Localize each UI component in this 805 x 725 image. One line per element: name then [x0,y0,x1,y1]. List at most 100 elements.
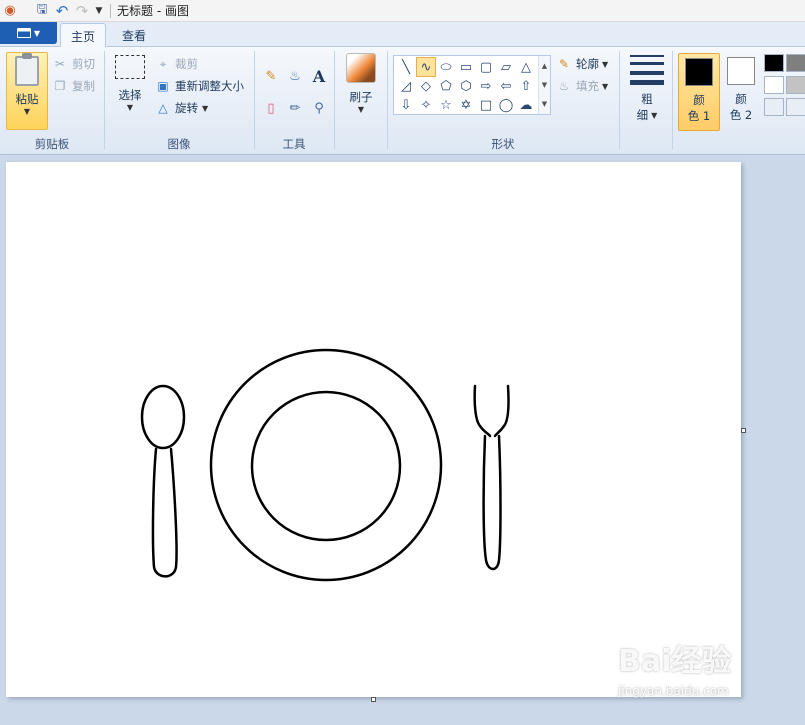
watermark-logo: Bai经验 [618,644,732,679]
palette-color-black[interactable] [764,54,784,72]
brushes-label: 刷子 [349,90,373,104]
canvas-resize-handle-right[interactable] [741,428,746,433]
watermark-url: jingyan.baidu.com [618,684,729,698]
title-separator [110,3,111,18]
group-separator [387,51,388,149]
select-button[interactable]: 选择 ▼ [110,55,150,125]
plate-drawing [209,348,443,582]
brushes-button[interactable]: 刷子 ▼ [342,53,380,129]
shape-diamond[interactable]: ◇ [416,76,436,96]
drawing-canvas[interactable] [6,162,741,697]
customize-quick-access-icon[interactable]: ▼ [92,1,106,21]
paint-menu-button[interactable]: ▼ [0,22,57,44]
magnifier-icon[interactable]: ⚲ [309,98,329,118]
shape-down-arrow[interactable]: ⇩ [396,95,416,115]
baidu-jingyan-watermark: Bai经验 jingyan.baidu.com [618,636,768,706]
size-label-line2: 细 ▼ [637,107,658,123]
shape-pentagon[interactable]: ⬠ [436,76,456,96]
color2-swatch [727,57,755,85]
color2-label-line1: 颜 [735,92,747,106]
ribbon-tab-row: ▼ 主页 查看 [0,22,805,48]
eraser-icon[interactable]: ▯ [261,98,281,118]
fill-bucket-icon[interactable]: ♨ [285,66,305,86]
chevron-down-icon: ▼ [202,103,209,113]
paste-label: 粘贴 [15,92,39,106]
palette-color-light-gray[interactable] [786,76,805,94]
crop-button[interactable]: ⌖ 裁剪 [155,55,198,73]
paint-menu-icon [16,28,31,38]
redo-icon[interactable]: ↷ [72,1,92,21]
crop-icon: ⌖ [159,57,167,71]
canvas-resize-handle-bottom[interactable] [371,697,376,702]
shape-five-point-star[interactable]: ☆ [436,95,456,115]
shape-right-arrow[interactable]: ⇨ [476,76,496,96]
title-bar: ◉ 🖫 ↶ ↷ ▼ 无标题 - 画图 [0,0,805,22]
save-icon[interactable]: 🖫 [32,1,52,21]
group-separator [672,51,673,149]
scroll-down-icon[interactable]: ▼ [542,81,547,89]
palette-color-gray[interactable] [786,54,805,72]
pencil-icon[interactable]: ✎ [261,66,281,86]
tools-group-label: 工具 [282,137,306,151]
tab-view[interactable]: 查看 [112,23,156,47]
fill-bucket-icon: ♨ [558,79,570,93]
chevron-down-icon: ▼ [23,107,31,116]
cut-button[interactable]: ✂ 剪切 [52,55,95,73]
rotate-button[interactable]: △ 旋转 ▼ [155,99,208,117]
shape-rectangle[interactable]: ▭ [456,57,476,77]
color1-button[interactable]: 颜 色 1 [678,53,720,131]
rotate-label: 旋转 [175,101,198,115]
shape-oval-callout[interactable]: ◯ [496,95,516,115]
rotate-icon: △ [158,101,168,115]
shape-right-triangle[interactable]: ◿ [396,76,416,96]
size-button[interactable]: 粗 细 ▼ [626,55,668,131]
undo-icon[interactable]: ↶ [52,1,72,21]
shape-triangle[interactable]: △ [516,57,536,77]
shape-hexagon[interactable]: ⬡ [456,76,476,96]
shape-rounded-callout[interactable]: □ [476,95,496,115]
paste-button[interactable]: 粘贴 ▼ [6,52,48,130]
outline-button[interactable]: ✎ 轮廓 ▼ [556,55,608,73]
shape-curve[interactable]: ∿ [416,57,436,77]
palette-color-white[interactable] [764,76,784,94]
tab-home[interactable]: 主页 [60,23,107,48]
palette-color-empty[interactable] [764,98,784,116]
shape-four-point-star[interactable]: ✧ [416,95,436,115]
scroll-up-icon[interactable]: ▲ [542,62,547,70]
shapes-group-label: 形状 [491,137,515,151]
chevron-down-icon: ▼ [357,105,365,114]
shape-line[interactable]: ╲ [396,57,416,77]
outline-label: 轮廓 [576,57,599,71]
shape-six-point-star[interactable]: ✡ [456,95,476,115]
spoon-drawing [140,384,186,578]
group-separator [619,51,620,149]
shapes-gallery[interactable]: ╲ ∿ ⬭ ▭ ▢ ▱ △ ◿ ◇ ⬠ ⬡ ⇨ ⇦ ⇧ ⇩ ✧ ☆ ✡ □ ◯ … [393,55,551,115]
gallery-expand-icon[interactable]: ▼ [542,100,547,108]
color2-button[interactable]: 颜 色 2 [722,53,760,131]
group-separator [254,51,255,149]
resize-button[interactable]: ▣ 重新调整大小 [155,77,244,95]
select-label: 选择 [118,88,142,102]
color-picker-icon[interactable]: ✏ [285,98,305,118]
resize-label: 重新调整大小 [175,79,244,93]
chevron-down-icon: ▼ [602,59,609,69]
shapes-gallery-scrollbar[interactable]: ▲ ▼ ▼ [538,56,550,114]
group-separator [334,51,335,149]
group-separator [104,51,105,149]
shape-left-arrow[interactable]: ⇦ [496,76,516,96]
chevron-down-icon: ▼ [602,81,609,91]
shape-oval[interactable]: ⬭ [436,57,456,77]
shape-up-arrow[interactable]: ⇧ [516,76,536,96]
clipboard-icon [15,53,39,86]
shape-polygon[interactable]: ▱ [496,57,516,77]
crop-label: 裁剪 [175,57,198,71]
copy-icon: ❐ [54,79,66,93]
shape-rounded-rectangle[interactable]: ▢ [476,57,496,77]
paint-palette-icon[interactable]: ◉ [0,1,20,21]
fill-button[interactable]: ♨ 填充 ▼ [556,77,609,95]
copy-button[interactable]: ❐ 复制 [52,77,95,95]
text-icon[interactable]: A [309,66,329,86]
palette-color-empty[interactable] [786,98,805,116]
copy-label: 复制 [72,79,95,93]
shape-cloud-callout[interactable]: ☁ [516,95,536,115]
